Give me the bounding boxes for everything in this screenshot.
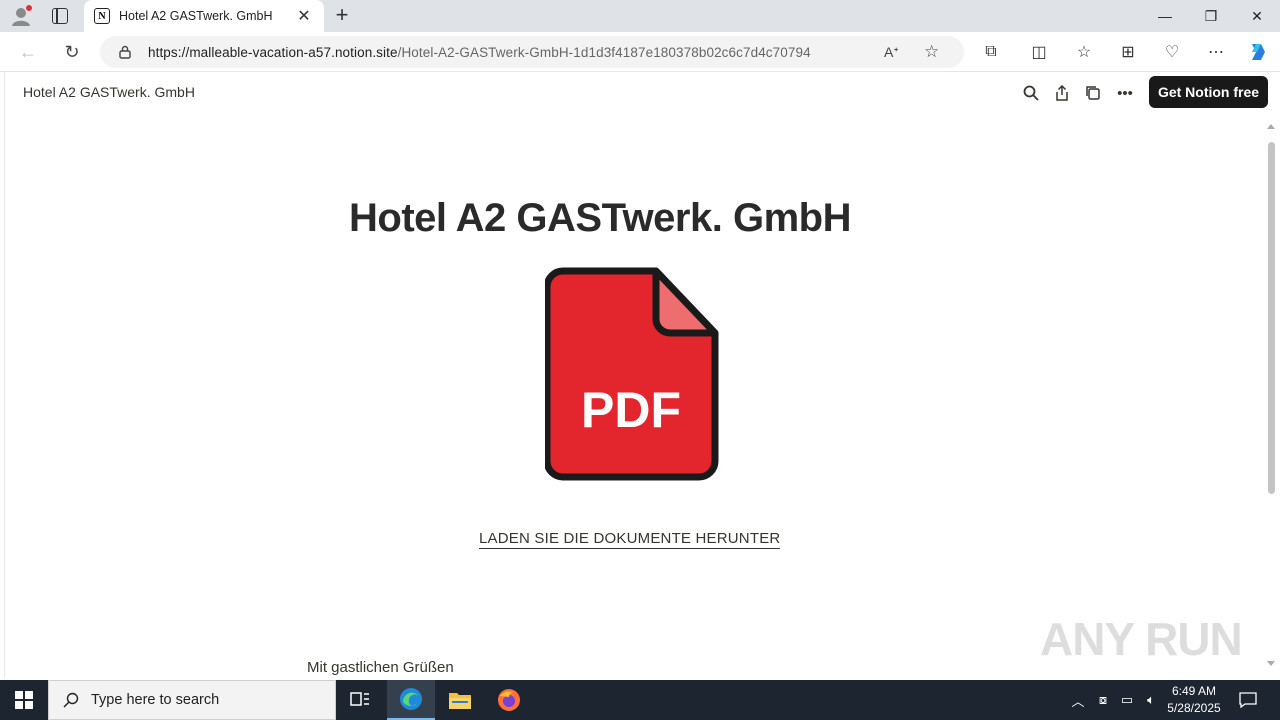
get-notion-button[interactable]: Get Notion free [1149,76,1268,108]
file-explorer-icon[interactable] [436,680,484,720]
favorites-icon[interactable]: ☆ [1072,40,1096,64]
lock-icon[interactable] [118,45,132,59]
page-title: Hotel A2 GASTwerk. GmbH [349,196,851,240]
favorite-icon[interactable]: ☆ [924,42,948,62]
notion-topbar: Hotel A2 GASTwerk. GmbH ••• Get Notion f… [5,72,1277,112]
url-host: https://malleable-vacation-a57.notion.si… [148,44,398,60]
share-icon[interactable] [1051,82,1073,104]
close-tab-icon[interactable]: ✕ [294,6,314,26]
minimize-icon[interactable]: — [1142,0,1188,32]
page-viewport: Hotel A2 GASTwerk. GmbH ••• Get Notion f… [4,72,1280,678]
search-icon[interactable] [1020,82,1042,104]
greeting-text: Mit gastlichen Grüßen [307,659,454,676]
clock-date: 5/28/2025 [1167,701,1221,715]
more-options-icon[interactable]: ••• [1114,82,1136,104]
task-view-icon[interactable] [336,680,384,720]
duplicate-icon[interactable] [1082,82,1104,104]
notion-favicon-icon: N [94,8,110,24]
scrollbar[interactable] [1264,122,1278,672]
collections-icon[interactable]: ⊞ [1116,40,1140,64]
meet-now-icon[interactable]: ⧇ [1093,680,1113,720]
windows-taskbar: Type here to search ︿ ⧇ ▭ 🔈︎ 6:49 AM 5/2… [0,680,1280,720]
tab-groups-icon[interactable] [52,8,68,24]
scroll-up-icon[interactable] [1267,124,1275,129]
close-window-icon[interactable]: ✕ [1234,0,1280,32]
network-icon[interactable]: ▭ [1117,680,1137,720]
url-text[interactable]: https://malleable-vacation-a57.notion.si… [148,45,884,60]
extensions-icon[interactable]: ⧉ [979,40,1003,64]
split-screen-icon[interactable]: ◫ [1027,40,1051,64]
firefox-icon[interactable] [485,680,533,720]
browser-titlebar: N Hotel A2 GASTwerk. GmbH ✕ + — ❐ ✕ [0,0,1280,32]
edge-browser-icon[interactable] [387,680,435,720]
clock-time: 6:49 AM [1171,684,1217,698]
scroll-thumb[interactable] [1268,142,1275,494]
profile-icon[interactable] [10,5,32,27]
new-tab-icon[interactable]: + [330,4,354,28]
browser-tab[interactable]: N Hotel A2 GASTwerk. GmbH ✕ [84,0,324,32]
address-bar[interactable]: https://malleable-vacation-a57.notion.si… [100,36,964,68]
restore-icon[interactable]: ❐ [1188,0,1234,32]
anyrun-watermark: ANY RUN [1040,613,1243,665]
refresh-icon[interactable]: ↻ [60,40,84,64]
browser-toolbar: ← ↻ https://malleable-vacation-a57.notio… [0,32,1280,72]
taskbar-search[interactable]: Type here to search [48,680,336,720]
system-clock[interactable]: 6:49 AM 5/28/2025 [1158,683,1230,717]
windows-start-icon[interactable] [0,680,48,720]
tab-title: Hotel A2 GASTwerk. GmbH [119,9,273,23]
performance-icon[interactable]: ♡ [1160,40,1184,64]
scroll-down-icon[interactable] [1267,661,1275,666]
more-icon[interactable]: ⋯ [1204,40,1228,64]
back-icon[interactable]: ← [16,40,40,64]
pdf-label: PDF [581,382,681,438]
search-placeholder: Type here to search [91,692,220,708]
notifications-icon[interactable] [1236,680,1260,720]
breadcrumb[interactable]: Hotel A2 GASTwerk. GmbH [23,84,195,100]
copilot-icon[interactable] [1246,40,1270,64]
pdf-file-icon[interactable]: PDF [543,267,720,482]
show-hidden-icons-icon[interactable]: ︿ [1068,680,1088,720]
read-aloud-icon[interactable]: Aᐩ [884,44,908,61]
search-icon [63,692,79,708]
url-path: /Hotel-A2-GASTwerk-GmbH-1d1d3f4187e18037… [397,44,811,60]
download-documents-link[interactable]: LADEN SIE DIE DOKUMENTE HERUNTER [479,530,781,549]
